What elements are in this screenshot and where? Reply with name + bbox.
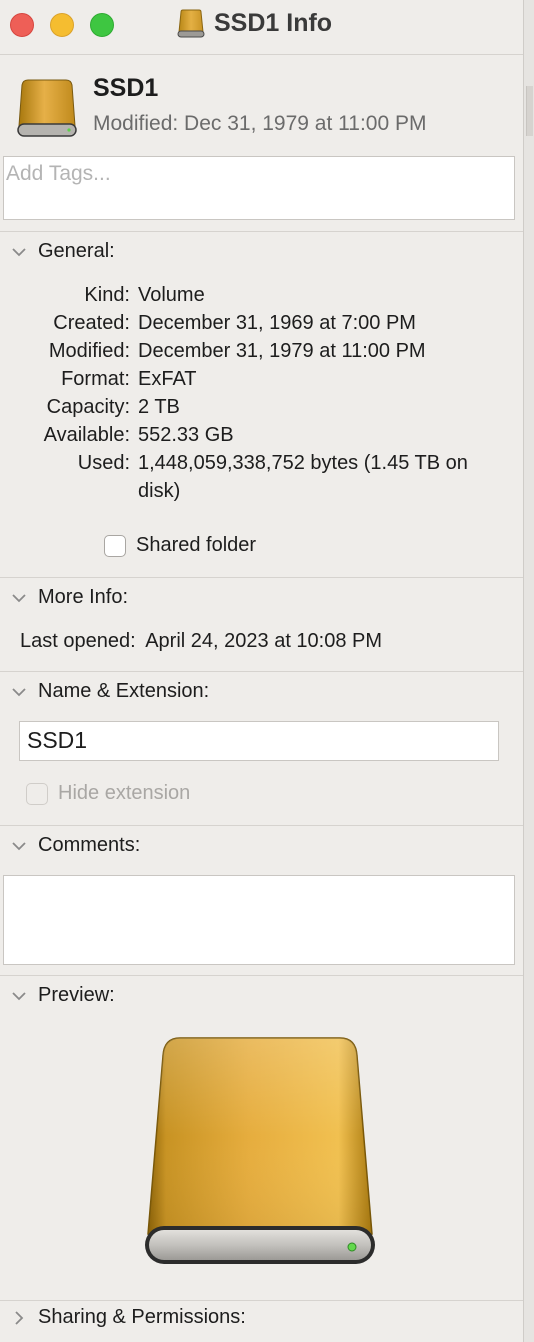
window-title-group: SSD1 Info [176,8,332,38]
hide-extension-checkbox[interactable] [26,782,48,805]
section-sharing-title: Sharing & Permissions: [38,1306,246,1328]
window-controls [10,13,114,37]
info-key: Used: [77,452,130,474]
section-more-info-title: More Info: [38,586,129,608]
divider [0,231,523,232]
section-general-header[interactable]: General: [10,240,115,263]
divider [0,671,523,672]
info-value: December 31, 1979 at 11:00 PM [138,340,426,362]
section-sharing-header[interactable]: Sharing & Permissions: [10,1306,246,1329]
section-general-title: General: [38,240,115,262]
info-value: 552.33 GB [138,424,234,446]
section-comments-title: Comments: [38,834,141,856]
shared-folder-label: Shared folder [136,534,257,556]
tags-field[interactable]: Add Tags... [3,156,515,220]
section-preview-title: Preview: [38,984,115,1006]
shared-folder-checkbox[interactable] [104,534,126,557]
divider [0,1300,523,1301]
last-opened-row: Last opened: April 24, 2023 at 10:08 PM [20,627,382,655]
info-window: SSD1 Info SSD1 Modified: Dec 31, 1979 at… [0,0,524,1342]
divider [0,975,523,976]
zoom-button[interactable] [90,13,114,37]
info-key: Created: [53,312,130,334]
name-field[interactable]: SSD1 [19,721,499,761]
info-key: Capacity: [46,396,130,418]
info-value: 2 TB [138,396,180,418]
background-window-edge [524,0,534,1342]
external-drive-icon [140,1034,380,1275]
item-name: SSD1 [93,74,159,102]
background-window-detail [526,86,533,136]
shared-folder-option[interactable]: Shared folder [104,534,256,557]
info-value: 1,448,059,338,752 bytes (1.45 TB on disk… [138,452,468,502]
divider [0,825,523,826]
last-opened-value: April 24, 2023 at 10:08 PM [145,630,383,652]
divider [0,577,523,578]
info-key: Format: [61,368,130,390]
chevron-down-icon [12,687,26,696]
item-modified: Modified: Dec 31, 1979 at 11:00 PM [93,112,427,135]
section-preview-header[interactable]: Preview: [10,984,115,1007]
info-key: Kind: [84,284,130,306]
section-name-extension-header[interactable]: Name & Extension: [10,680,209,703]
section-comments-header[interactable]: Comments: [10,834,140,857]
external-drive-icon [16,78,78,143]
section-name-extension-title: Name & Extension: [38,680,210,702]
info-value: Volume [138,284,205,306]
info-value: ExFAT [138,368,197,390]
close-button[interactable] [10,13,34,37]
chevron-right-icon [15,1310,24,1325]
chevron-down-icon [12,247,26,256]
hide-extension-label: Hide extension [58,782,191,804]
external-drive-icon [176,8,206,38]
last-opened-key: Last opened: [20,630,136,652]
info-value: December 31, 1969 at 7:00 PM [138,312,416,334]
minimize-button[interactable] [50,13,74,37]
section-more-info-header[interactable]: More Info: [10,586,128,609]
hide-extension-option[interactable]: Hide extension [26,782,190,805]
divider [0,54,523,55]
title-bar: SSD1 Info [0,0,523,54]
info-key: Available: [43,424,130,446]
chevron-down-icon [12,841,26,850]
window-title: SSD1 Info [214,8,333,37]
comments-field[interactable] [3,875,515,965]
chevron-down-icon [12,593,26,602]
chevron-down-icon [12,991,26,1000]
info-key: Modified: [48,340,130,362]
